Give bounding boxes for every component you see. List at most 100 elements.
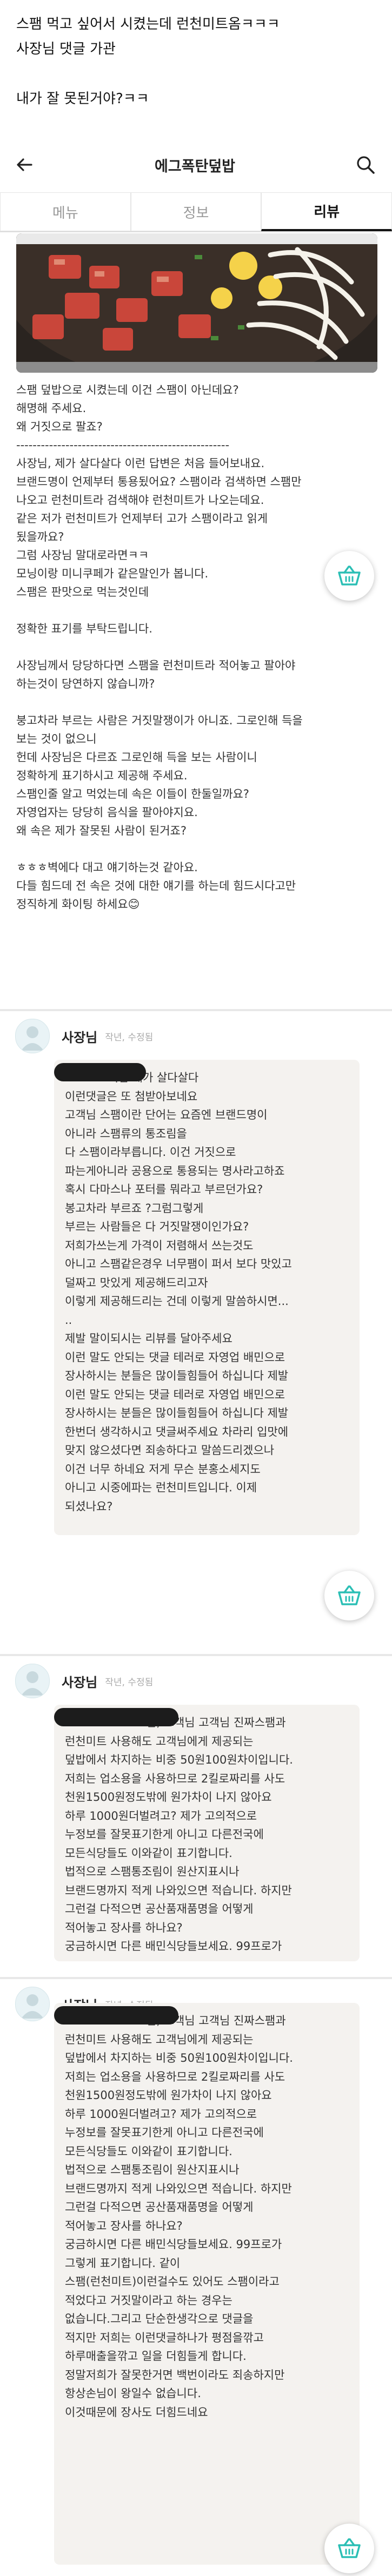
review-line: 헌데 사장님은 다르죠 그로인해 득을 보는 사람이니	[16, 751, 257, 764]
review-line: 정확한 표기를 부탁드립니다.	[16, 622, 152, 635]
reply-line: 이건 너무 하네요 저게 무슨 분홍소세지도	[65, 1462, 261, 1476]
reply-line: 덮밥에서 차지하는 비중 50원100원차이입니다.	[65, 1753, 293, 1766]
caption-line: 스팸 먹고 싶어서 시켰는데 런천미트옴ㅋㅋㅋ	[16, 16, 280, 32]
review-photo[interactable]	[16, 233, 377, 373]
avatar	[15, 1987, 50, 2021]
review-line: 됬을까요?	[16, 530, 64, 543]
reply-line: 장사하시는 분들은 많이들힘들어 하십니다 제발	[65, 1369, 289, 1382]
reply-line: 이런 말도 안되는 댓글 테러로 자영업 배민으로	[65, 1350, 285, 1364]
redaction-mark	[54, 1708, 178, 1726]
reply-line: 봉고차라 부르죠 ?그럼그렇게	[65, 1201, 204, 1215]
review-line: 나오고 런천미트라 검색해야 런천미트가 나오는데요.	[16, 494, 264, 507]
reply-line: 혹시 다마스나 포터를 뭐라고 부르던가요?	[65, 1183, 263, 1196]
tab-info[interactable]: 정보	[130, 192, 262, 231]
reply-bubble: 님, 고객님 고객님 진짜스팸과 런천미트 사용해도 고객님에게 제공되는 덮밥…	[54, 2003, 360, 2565]
reply-line: 이런 말도 안되는 댓글 테러로 자영업 배민으로	[65, 1388, 285, 1401]
review-line	[16, 840, 362, 858]
owner-reply: 사장님 작년, 수정됨 님, 고객님 고객님 진짜스팸과 런천미트 사용해도 고…	[0, 1979, 392, 2576]
review-line: 해명해 주세요.	[16, 402, 87, 415]
reply-line: 저희는 업소용을 사용하므로 2킬로짜리를 사도	[65, 1772, 285, 1785]
cart-button[interactable]	[324, 2524, 374, 2573]
reply-line: 하루 1000원더벌려고? 제가 고의적으로	[65, 1809, 257, 1822]
reply-line: 부르는 사람들은 다 거짓말쟁이인가요?	[65, 1220, 249, 1233]
reply-line: 없습니다.그리고 단순한생각으로 댓글을	[65, 2312, 254, 2325]
redaction-mark	[54, 1063, 146, 1081]
reply-line: 정말저희가 잘못한거면 백번이라도 죄송하지만	[65, 2368, 285, 2382]
review-line: 사장님께서 당당하다면 스팸을 런천미트라 적어놓고 팔아야	[16, 659, 296, 672]
review-line	[16, 693, 362, 711]
owner-reply: 사장님 작년, 수정됨 고객님 제가 살다살다 이런댓글은 또 첨받아보네요 고…	[0, 1011, 392, 1651]
tab-menu[interactable]: 메뉴	[0, 192, 131, 231]
reply-line: 맞지 않으셨다면 죄송하다고 말씀드리겠으나	[65, 1444, 275, 1457]
reply-line: 그런걸 다적으면 공산품재품명을 어떻게	[65, 2201, 254, 2214]
avatar	[15, 1664, 50, 1698]
reply-line: ..	[65, 1313, 72, 1327]
reply-header: 사장님 작년, 수정됨	[15, 1019, 153, 1053]
caption-line: 내가 잘 못된거야?ㅋㅋ	[16, 91, 149, 107]
reply-meta: 작년, 수정됨	[105, 1032, 154, 1043]
reply-line: 천원1500원정도밖에 원가차이 나지 않아요	[65, 2089, 272, 2102]
reply-line: 법적으로 스팸통조림이 원산지표시나	[65, 1865, 240, 1878]
reply-line: 스팸(런천미트)이런걸수도 있어도 스팸이라고	[65, 2275, 280, 2288]
reply-line: 적었다고 거짓말이라고 하는 경우는	[65, 2293, 232, 2307]
reply-line: 고객님 스팸이란 단어는 요즘엔 브랜드명이	[65, 1108, 268, 1121]
reply-line: 천원1500원정도밖에 원가차이 나지 않아요	[65, 1791, 272, 1804]
cart-icon	[324, 1571, 374, 1620]
reply-line: 적지만 저희는 이런댓글하나가 평점을깎고	[65, 2331, 264, 2344]
review-line: 브랜드명이 언제부터 통용됬어요? 스팸이라 검색하면 스팸만	[16, 475, 302, 488]
review-line: 사장님, 제가 살다살다 이런 답변은 처음 들어보내요.	[16, 457, 265, 470]
cart-button[interactable]	[324, 551, 374, 601]
reply-line: 덜짜고 맛있게 제공해드리고자	[65, 1276, 208, 1289]
review-line: ----------------------------------------…	[16, 439, 230, 452]
review-line	[16, 638, 362, 656]
reply-line: 한번더 생각하시고 댓글써주세요 차라리 입맛에	[65, 1425, 289, 1438]
reply-line: 누정보를 잘못표기한게 아니고 다른전국에	[65, 1828, 264, 1841]
review-line: 그럼 사장님 말대로라면ㅋㅋ	[16, 549, 149, 562]
cart-button[interactable]	[324, 1571, 374, 1620]
reply-line: 적어놓고 장사를 하나요?	[65, 1921, 183, 1934]
reply-line: 아니고 스팸같은경우 너무팸이 퍼서 보다 맛있고	[65, 1257, 292, 1270]
review-line: 하는것이 당연하지 않습니까?	[16, 677, 155, 690]
customer-review: 스팸 덮밥으로 시켰는데 이건 스팸이 아닌데요? 해명해 주세요. 왜 거짓으…	[16, 381, 362, 913]
reply-line: 저희가쓰는게 가격이 저렴해서 쓰는것도	[65, 1239, 254, 1252]
reply-line: 그렇게 표기합니다. 같이	[65, 2256, 181, 2270]
reply-line: 장사하시는 분들은 많이들힘들어 하십니다 제발	[65, 1407, 289, 1420]
reply-bubble: 님, 고객님 고객님 진짜스팸과 런천미트 사용해도 고객님에게 제공되는 덮밥…	[54, 1705, 360, 1961]
reply-line: 덮밥에서 차지하는 비중 50원100원차이입니다.	[65, 2052, 293, 2064]
post-caption: 스팸 먹고 싶어서 시켰는데 런천미트옴ㅋㅋㅋ 사장님 댓글 가관 내가 잘 못…	[16, 12, 376, 111]
reply-line: 저희는 업소용을 사용하므로 2킬로짜리를 사도	[65, 2070, 285, 2083]
owner-reply: 사장님 작년, 수정됨 님, 고객님 고객님 진짜스팸과 런천미트 사용해도 고…	[0, 1656, 392, 1961]
reply-header: 사장님 작년, 수정됨	[15, 1664, 153, 1698]
review-line: 자영업자는 당당히 음식을 팔아야지요.	[16, 806, 198, 819]
reply-line: 그런걸 다적으면 공산품재품명을 어떻게	[65, 1902, 254, 1915]
reply-line: 궁금하시면 다른 배민식당들보세요. 99프로가	[65, 1940, 282, 1953]
search-icon[interactable]	[347, 146, 384, 184]
caption-line	[16, 62, 376, 86]
review-line: 정직하게 화이팅 하세요😊	[16, 898, 140, 911]
reply-bubble: 고객님 제가 살다살다 이런댓글은 또 첨받아보네요 고객님 스팸이란 단어는 …	[54, 1060, 360, 1535]
reply-line: 브랜드명까지 적게 나와있으면 적습니다. 하지만	[65, 1884, 292, 1897]
reply-line: 이런댓글은 또 첨받아보네요	[65, 1089, 198, 1103]
tab-reviews[interactable]: 리뷰	[261, 192, 392, 231]
avatar	[15, 1019, 50, 1053]
owner-name: 사장님	[62, 1030, 98, 1045]
reply-line: 파는게아니라 공용으로 통용되는 명사라고하죠	[65, 1164, 285, 1178]
review-line: 스팸인줄 알고 먹었는데 속은 이들이 한둘일까요?	[16, 788, 249, 801]
reply-line: 법적으로 스팸통조림이 원산지표시나	[65, 2163, 240, 2176]
reply-line: 하루 1000원더벌려고? 제가 고의적으로	[65, 2107, 257, 2121]
review-line: 모닝이랑 미니쿠페가 같은말인가 봅니다.	[16, 567, 209, 580]
review-line: ㅎㅎㅎ벽에다 대고 얘기하는것 같아요.	[16, 861, 198, 874]
review-line	[16, 601, 362, 620]
review-line: 정확하게 표기하시고 제공해 주세요.	[16, 769, 188, 782]
review-line: 왜 거짓으로 팔죠?	[16, 420, 103, 433]
reply-line: 누정보를 잘못표기한게 아니고 다른전국에	[65, 2126, 264, 2139]
review-line: 보는 것이 없으니	[16, 732, 97, 745]
store-tabs: 메뉴 정보 리뷰	[0, 192, 392, 232]
reply-line: 아니고 시중에파는 런천미트입니다. 이제	[65, 1481, 257, 1494]
reply-line: 적어놓고 장사를 하나요?	[65, 2219, 183, 2232]
reply-line: 모든식당들도 이와같이 표기합니다.	[65, 2144, 232, 2158]
arrow-left-icon[interactable]	[5, 146, 43, 184]
reply-line: 되셨나요?	[65, 1499, 113, 1513]
review-line: 다들 힘드데 전 속은 것에 대한 얘기를 하는데 힘드시다고만	[16, 879, 296, 892]
review-line: 왜 속은 제가 잘못된 사람이 된거죠?	[16, 824, 187, 837]
